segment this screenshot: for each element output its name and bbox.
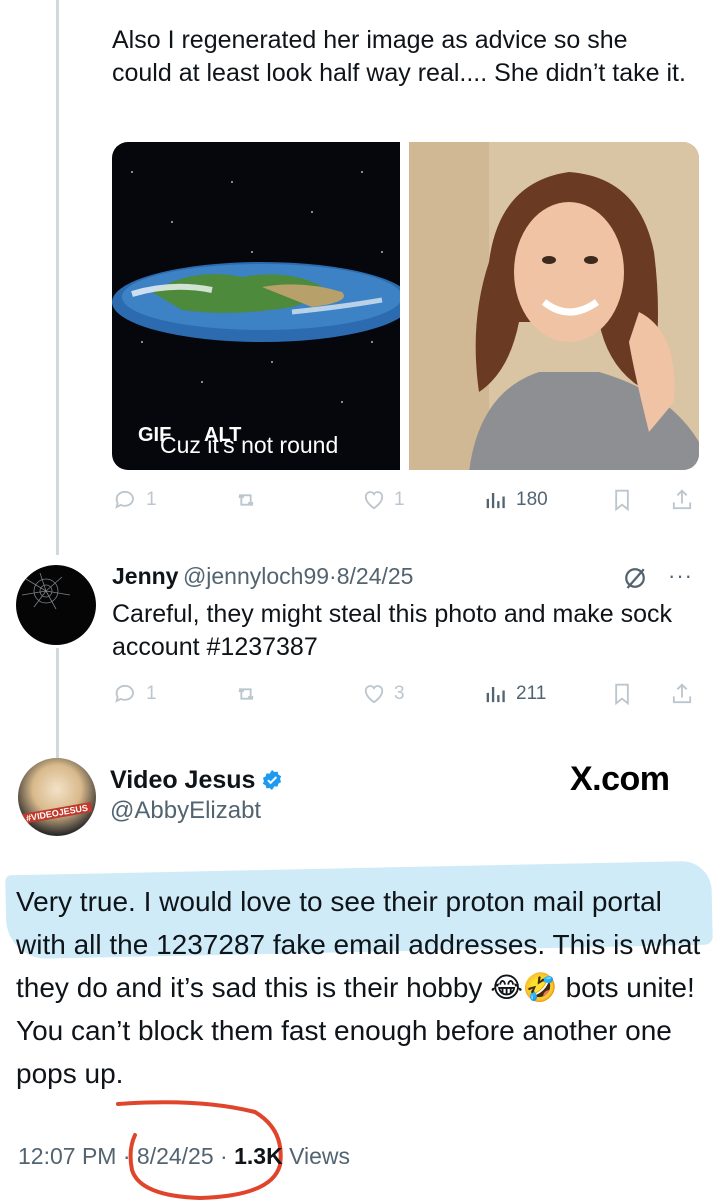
- share-button[interactable]: [668, 680, 696, 708]
- separator-dot: ·: [329, 563, 337, 589]
- verified-badge-icon: [262, 770, 282, 790]
- author-handle[interactable]: @AbbyElizabt: [110, 797, 284, 825]
- bookmark-button[interactable]: [608, 680, 636, 708]
- reply-button[interactable]: 1: [112, 680, 157, 708]
- avatar-video-jesus[interactable]: #VIDEOJESUS: [18, 758, 96, 836]
- reply-count: 1: [146, 489, 157, 510]
- tweet2-actions: 1 3 211: [112, 680, 702, 716]
- views-count: 180: [516, 489, 548, 510]
- thread-line-middle: [56, 648, 59, 758]
- views-label: Views: [289, 1143, 351, 1169]
- views-count[interactable]: 1.3K: [234, 1143, 283, 1169]
- avatar-jenny[interactable]: [16, 565, 96, 645]
- reply-count: 1: [146, 683, 157, 704]
- reply-icon: [115, 490, 134, 509]
- author-name[interactable]: Video Jesus: [110, 766, 255, 794]
- tweet3-text: Very true. I would love to see their pro…: [16, 886, 701, 1089]
- reply-button[interactable]: 1: [112, 486, 157, 514]
- author-handle[interactable]: @jennyloch99: [183, 563, 329, 589]
- tweet2-text: Careful, they might steal this photo and…: [112, 600, 673, 661]
- tweet2-header: Jenny @jennyloch99·8/24/25 ···: [112, 563, 702, 593]
- heart-icon: [364, 491, 384, 510]
- like-count: 3: [394, 683, 405, 704]
- woman-portrait: [409, 142, 699, 470]
- repost-button[interactable]: [232, 486, 266, 514]
- gif-badge[interactable]: GIF: [138, 424, 171, 447]
- author-name[interactable]: Jenny: [112, 563, 178, 589]
- footer-sep-1: ·: [122, 1143, 131, 1169]
- portrait-image[interactable]: [409, 142, 699, 470]
- share-icon: [672, 683, 692, 704]
- reply-icon: [115, 684, 134, 703]
- repost-icon: [238, 688, 254, 700]
- views-count: 211: [516, 683, 547, 704]
- heart-icon: [364, 685, 384, 704]
- views-chart-icon: [486, 493, 505, 509]
- like-count: 1: [394, 489, 405, 510]
- tweet-date[interactable]: 8/24/25: [337, 563, 414, 589]
- alt-badge[interactable]: ALT: [204, 424, 241, 447]
- bookmark-button[interactable]: [608, 486, 636, 514]
- share-icon: [672, 489, 692, 510]
- tweet-text: Also I regenerated her image as advice s…: [112, 26, 686, 87]
- grok-icon[interactable]: [620, 563, 650, 593]
- flat-earth-image: [112, 171, 400, 443]
- x-watermark: X.com: [570, 760, 670, 798]
- tweet-footer: 12:07 PM · 8/24/25 · 1.3K Views: [18, 1143, 350, 1170]
- footer-sep-2: ·: [220, 1143, 228, 1169]
- bookmark-icon: [615, 683, 629, 706]
- repost-button[interactable]: [232, 680, 266, 708]
- views-button[interactable]: 180: [482, 486, 548, 514]
- thread-line-top: [56, 0, 59, 555]
- cracked-glass-icon: [21, 572, 71, 610]
- share-button[interactable]: [668, 486, 696, 514]
- avatar-label: #VIDEOJESUS: [21, 801, 93, 825]
- tweet3-author: Video Jesus @AbbyElizabt: [110, 766, 284, 825]
- gif-media[interactable]: Cuz it's not round GIF ALT: [112, 142, 400, 470]
- more-options-button[interactable]: ···: [668, 563, 693, 589]
- bookmark-icon: [615, 489, 629, 512]
- like-button[interactable]: 3: [360, 680, 405, 708]
- like-button[interactable]: 1: [360, 486, 405, 514]
- gif-caption: Cuz it's not round: [160, 432, 339, 458]
- repost-icon: [238, 494, 254, 506]
- views-chart-icon: [486, 687, 505, 703]
- tweet-time[interactable]: 12:07 PM: [18, 1143, 116, 1169]
- views-button[interactable]: 211: [482, 680, 546, 708]
- tweet1-actions: 1 1 180: [112, 486, 702, 522]
- tweet-date[interactable]: 8/24/25: [137, 1143, 214, 1169]
